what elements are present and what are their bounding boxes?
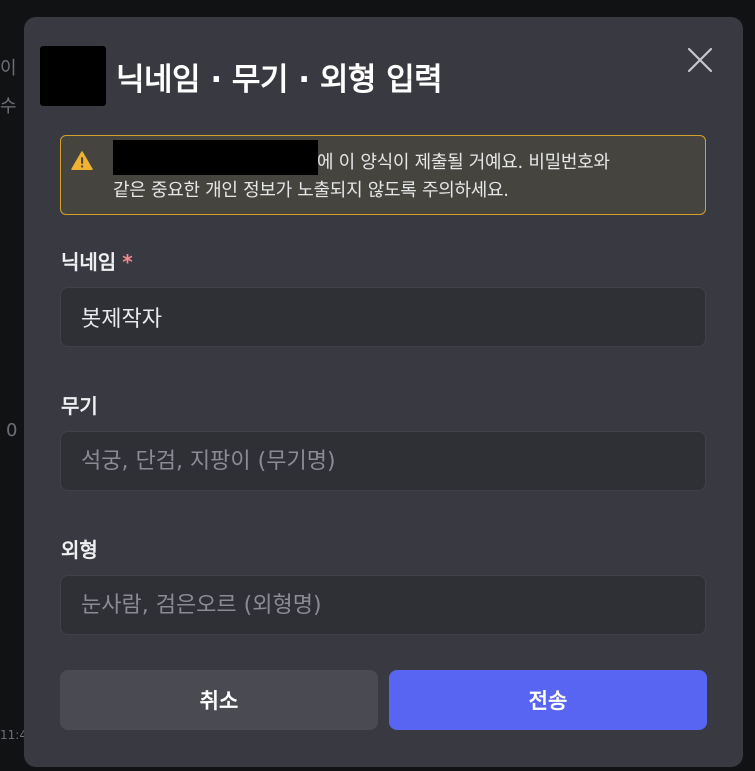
modal-title: 닉네임 · 무기 · 외형 입력 [116, 61, 443, 98]
form-modal: 닉네임 · 무기 · 외형 입력 에 이 양식이 제출될 거예요. 비밀번호와 … [24, 17, 743, 767]
required-mark: * [122, 250, 133, 274]
cancel-button[interactable]: 취소 [60, 670, 378, 730]
background-text-fragment: 이 [0, 58, 17, 79]
close-button[interactable] [685, 45, 715, 75]
redacted-app-name [113, 140, 318, 175]
modal-header: 닉네임 · 무기 · 외형 입력 [40, 45, 727, 107]
nickname-label-text: 닉네임 [61, 250, 117, 274]
background-timestamp-fragment: 11:4 [0, 728, 27, 742]
weapon-input[interactable] [60, 431, 706, 491]
app-avatar-icon [40, 46, 106, 106]
warning-banner: 에 이 양식이 제출될 거예요. 비밀번호와 같은 중요한 개인 정보가 노출되… [60, 135, 706, 215]
background-text-fragment: 0 [6, 420, 18, 441]
submit-button[interactable]: 전송 [389, 670, 707, 730]
nickname-input[interactable] [60, 287, 706, 347]
nickname-label: 닉네임 * [61, 246, 133, 275]
weapon-label: 무기 [61, 394, 98, 418]
warning-text-line1: 에 이 양식이 제출될 거예요. 비밀번호와 [317, 152, 610, 173]
appearance-label: 외형 [61, 538, 98, 562]
background-text-fragment: 수 [0, 96, 17, 117]
close-icon [687, 47, 713, 73]
warning-icon [71, 151, 93, 170]
warning-text-line2: 같은 중요한 개인 정보가 노출되지 않도록 주의하세요. [113, 180, 509, 201]
appearance-input[interactable] [60, 575, 706, 635]
